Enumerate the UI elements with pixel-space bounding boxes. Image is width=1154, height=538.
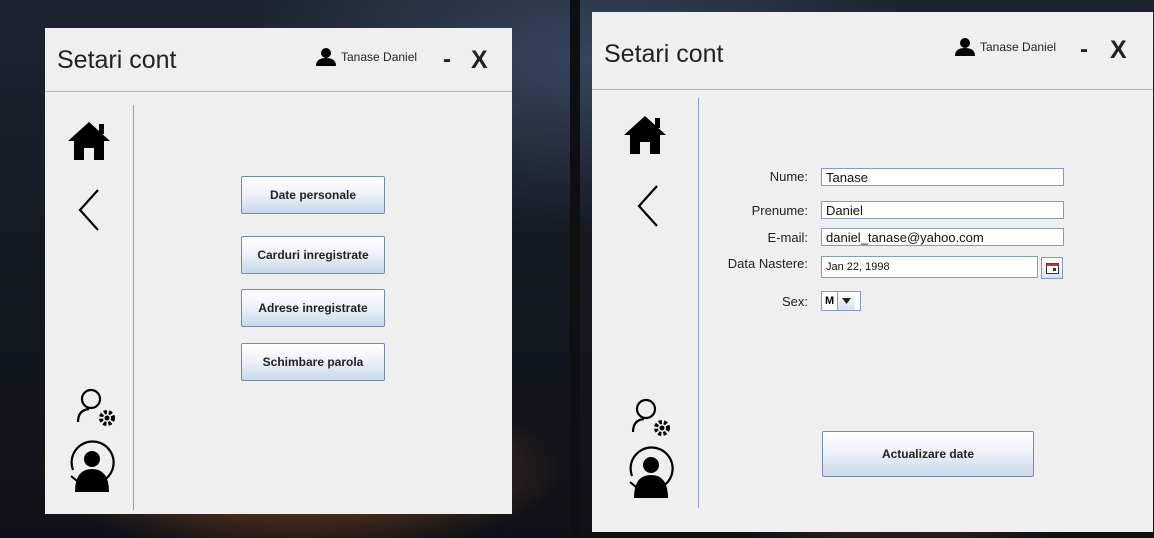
change-password-button[interactable]: Schimbare parola: [241, 343, 385, 381]
user-name: Tanase Daniel: [980, 40, 1057, 54]
header-divider: [45, 91, 512, 92]
back-chevron-icon[interactable]: [77, 188, 101, 232]
prenume-input[interactable]: [821, 201, 1064, 219]
birth-date-input[interactable]: [821, 256, 1038, 278]
user-settings-icon[interactable]: [75, 388, 119, 428]
window-title: Setari cont: [604, 40, 724, 68]
email-label: E-mail:: [767, 230, 808, 245]
window-title: Setari cont: [57, 46, 177, 74]
calendar-button[interactable]: [1041, 257, 1063, 279]
close-button[interactable]: X: [1110, 36, 1127, 65]
header-divider: [592, 89, 1153, 90]
account-settings-window-menu: Setari cont Tanase Daniel - X Date perso…: [45, 28, 512, 514]
current-user: Tanase Daniel: [954, 38, 1056, 56]
update-data-button[interactable]: Actualizare date: [822, 431, 1034, 477]
personal-data-button[interactable]: Date personale: [241, 176, 385, 214]
account-settings-window-personal-data: Setari cont Tanase Daniel - X Nume: Pren…: [592, 12, 1153, 532]
data-nastere-label: Data Nastere:: [727, 256, 808, 271]
chevron-down-icon: [837, 292, 856, 310]
minimize-button[interactable]: -: [443, 46, 451, 74]
sex-label: Sex:: [781, 294, 808, 309]
close-button[interactable]: X: [471, 46, 488, 75]
minimize-button[interactable]: -: [1080, 36, 1088, 64]
home-icon[interactable]: [622, 114, 668, 156]
sex-selected-value: M: [825, 295, 835, 307]
current-user: Tanase Daniel: [315, 48, 417, 66]
user-settings-icon[interactable]: [630, 398, 674, 438]
user-icon: [316, 48, 336, 66]
user-switch-icon[interactable]: [626, 442, 674, 500]
nume-input[interactable]: [821, 168, 1064, 186]
user-icon: [955, 38, 975, 56]
back-chevron-icon[interactable]: [636, 184, 660, 228]
registered-cards-button[interactable]: Carduri inregistrate: [241, 236, 385, 274]
home-icon[interactable]: [66, 120, 112, 162]
nume-label: Nume:: [769, 169, 808, 184]
user-name: Tanase Daniel: [341, 50, 418, 64]
sidebar-divider: [133, 105, 134, 510]
sex-select[interactable]: M: [821, 291, 861, 311]
prenume-label: Prenume:: [751, 203, 808, 218]
calendar-icon: [1045, 262, 1059, 274]
screenshot-divider: [570, 0, 580, 538]
user-switch-icon[interactable]: [67, 436, 115, 494]
email-input[interactable]: [821, 228, 1064, 246]
registered-addresses-button[interactable]: Adrese inregistrate: [241, 289, 385, 327]
